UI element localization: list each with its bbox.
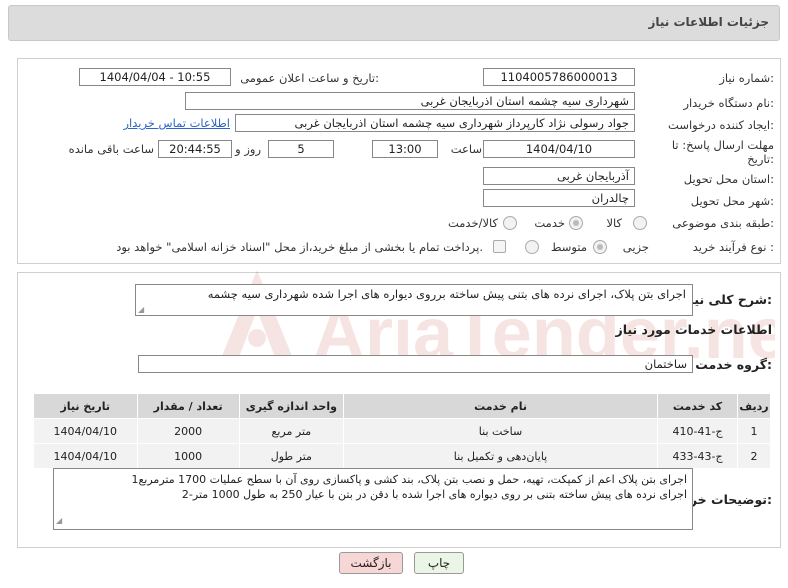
cell-service-name: پایان‌دهی و تکمیل بنا — [342, 443, 659, 469]
cell-service-name: ساخت بنا — [342, 418, 659, 444]
resize-grip-icon[interactable]: ◢ — [138, 305, 144, 314]
announce-label: تاریخ و ساعت اعلان عمومی: — [240, 71, 379, 85]
category-goods-radio[interactable] — [633, 216, 647, 230]
treasury-payment-checkbox[interactable] — [493, 240, 506, 253]
category-service-label: خدمت — [534, 216, 565, 230]
print-button[interactable]: چاپ — [414, 552, 464, 574]
process-medium-radio[interactable] — [525, 240, 539, 254]
summary-textarea[interactable]: اجرای بتن پلاک، اجرای نرده های بتنی پیش … — [135, 284, 693, 316]
category-goods-service-radio[interactable] — [503, 216, 517, 230]
col-service-name: نام خدمت — [342, 393, 659, 419]
creator-field[interactable]: جواد رسولی نژاد کارپرداز شهرداری سیه چشم… — [235, 114, 635, 132]
services-table: تاریخ نیاز تعداد / مقدار واحد اندازه گیر… — [33, 393, 771, 469]
buyer-notes-textarea[interactable]: 1اجرای بتن پلاک اعم از کمپکت، تهیه، حمل … — [53, 468, 693, 530]
cell-service-code: ج-43-433 — [657, 443, 738, 469]
cell-need-date: 1404/04/10 — [33, 418, 138, 444]
col-unit: واحد اندازه گیری — [238, 393, 344, 419]
cell-row-number: 1 — [737, 418, 771, 444]
deadline-label: مهلت ارسال پاسخ: تا — [671, 138, 774, 152]
days-remaining-field[interactable]: 5 — [268, 140, 334, 158]
service-group-field[interactable]: ساختمان — [138, 355, 693, 373]
need-number-label: شماره نیاز: — [719, 71, 774, 85]
table-row[interactable]: 1404/04/10 1000 متر طول پایان‌دهی و تکمی… — [33, 443, 771, 469]
page-header: جزئیات اطلاعات نیاز — [8, 5, 780, 41]
table-header-row: تاریخ نیاز تعداد / مقدار واحد اندازه گیر… — [33, 393, 771, 419]
treasury-payment-note: پرداخت تمام یا بخشی از مبلغ خرید،از محل … — [116, 240, 483, 254]
days-label: روز و — [235, 142, 261, 156]
category-goods-label: کالا — [606, 216, 622, 230]
deadline-date-field[interactable]: 1404/04/10 — [483, 140, 635, 158]
back-button[interactable]: بازگشت — [339, 552, 403, 574]
page-title: جزئیات اطلاعات نیاز — [648, 15, 769, 29]
col-service-code: کد خدمت — [657, 393, 738, 419]
cell-row-number: 2 — [737, 443, 771, 469]
deadline-date-label: تاریخ: — [747, 152, 774, 166]
buyer-org-field[interactable]: شهرداری سیه چشمه استان اذربایجان غربی — [185, 92, 635, 110]
deadline-time-field[interactable]: 13:00 — [372, 140, 438, 158]
col-need-date: تاریخ نیاز — [33, 393, 138, 419]
province-label: استان محل تحویل: — [683, 172, 774, 186]
category-goods-service-label: کالا/خدمت — [447, 216, 498, 230]
buyer-contact-link[interactable]: اطلاعات تماس خریدار — [123, 116, 230, 130]
category-service-radio[interactable] — [569, 216, 583, 230]
process-label: نوع فرآیند خرید : — [692, 240, 774, 254]
cell-unit: متر مربع — [238, 418, 344, 444]
province-field[interactable]: آذربایجان غربی — [483, 167, 635, 185]
process-minor-label: جزیی — [622, 240, 649, 254]
cell-quantity: 2000 — [136, 418, 240, 444]
buyer-notes-line-1: 1اجرای بتن پلاک اعم از کمپکت، تهیه، حمل … — [131, 473, 687, 486]
remaining-time-label: ساعت باقی مانده — [68, 142, 154, 156]
cell-quantity: 1000 — [136, 443, 240, 469]
creator-label: ایجاد کننده درخواست: — [668, 118, 774, 132]
need-number-field[interactable]: 1104005786000013 — [483, 68, 635, 86]
deadline-time-label: ساعت — [450, 142, 482, 156]
announce-datetime-field[interactable]: 1404/04/04 - 10:55 — [79, 68, 231, 86]
service-group-label: گروه خدمت: — [695, 357, 772, 372]
city-label: شهر محل تحویل: — [690, 194, 774, 208]
city-field[interactable]: چالدران — [483, 189, 635, 207]
category-label: طبقه بندی موضوعی: — [672, 216, 774, 230]
resize-grip-icon[interactable]: ◢ — [56, 513, 62, 528]
process-medium-label: متوسط — [550, 240, 587, 254]
cell-service-code: ج-41-410 — [657, 418, 738, 444]
table-row[interactable]: 1404/04/10 2000 متر مربع ساخت بنا ج-41-4… — [33, 418, 771, 444]
cell-unit: متر طول — [238, 443, 344, 469]
col-row-number: ردیف — [737, 393, 771, 419]
process-minor-radio[interactable] — [593, 240, 607, 254]
buyer-org-label: نام دستگاه خریدار: — [683, 96, 774, 110]
remaining-time-field[interactable]: 20:44:55 — [158, 140, 232, 158]
buyer-notes-line-2: 2-اجرای نرده های پیش ساخته بتنی بر روی د… — [181, 488, 687, 501]
need-info-panel — [17, 58, 781, 264]
col-quantity: تعداد / مقدار — [136, 393, 240, 419]
summary-text: اجرای بتن پلاک، اجرای نرده های بتنی پیش … — [207, 287, 686, 301]
cell-need-date: 1404/04/10 — [33, 443, 138, 469]
services-section-title: اطلاعات خدمات مورد نیاز — [615, 322, 773, 337]
summary-label: شرح کلی نیاز: — [682, 292, 773, 307]
